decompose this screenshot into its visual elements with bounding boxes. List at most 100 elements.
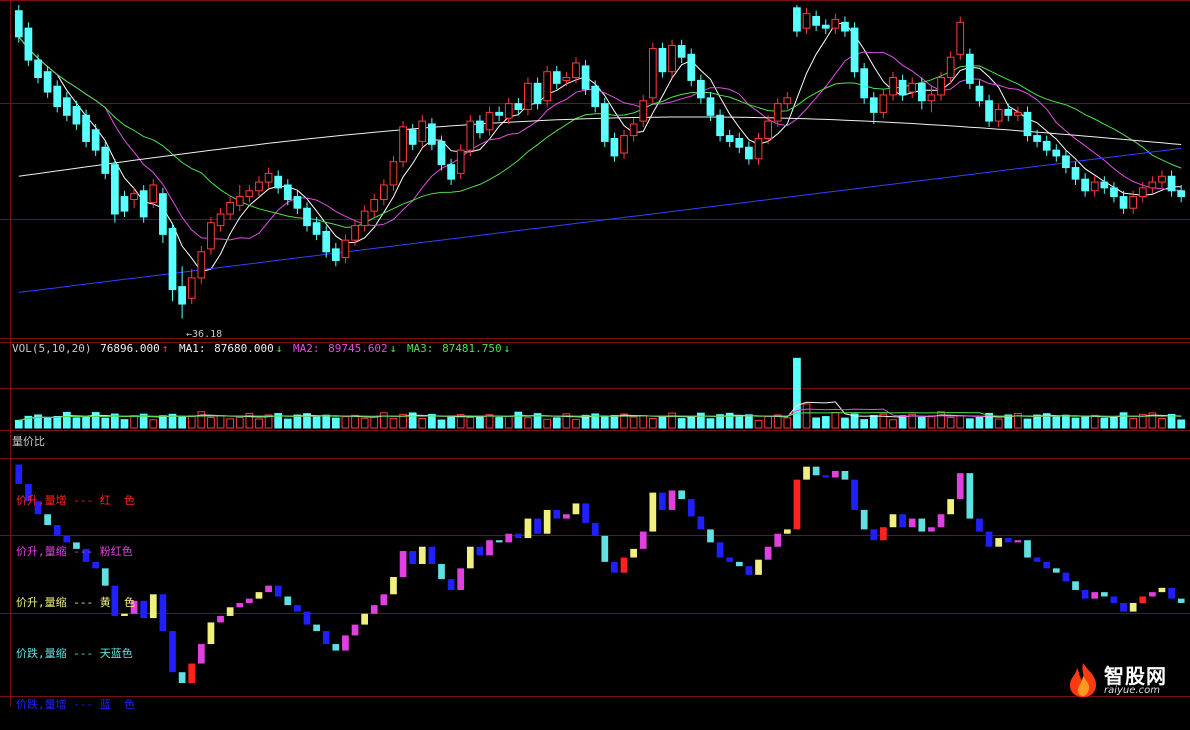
vpr-bar	[1120, 602, 1127, 612]
vpr-bar	[572, 503, 580, 515]
candle-body	[418, 120, 427, 142]
volume-bar	[159, 415, 167, 429]
candle-body	[303, 207, 311, 227]
volume-bar	[312, 416, 321, 429]
vpr-bar	[831, 470, 839, 478]
volume-bars	[14, 357, 1186, 429]
vpr-bar	[245, 598, 253, 603]
volume-bar	[869, 415, 878, 429]
vpr-bar	[899, 514, 906, 528]
vpr-bar	[207, 622, 215, 645]
candle-body	[889, 77, 897, 96]
volume-bar	[495, 417, 503, 429]
volume-bar	[101, 417, 110, 429]
volume-bar	[418, 418, 427, 429]
volume-bar	[428, 413, 436, 429]
vpr-bar	[265, 585, 272, 593]
candle-body	[879, 94, 888, 113]
vpr-bar	[976, 518, 983, 532]
vpr-bar	[889, 514, 897, 528]
volume-value-readout: 76896.000 ↑	[100, 342, 169, 355]
candle-body	[139, 190, 148, 218]
candle-body	[485, 111, 494, 131]
vpr-bar	[1158, 587, 1166, 593]
volume-bar	[735, 415, 744, 429]
candle-body	[72, 106, 81, 125]
vpr-bar	[1100, 592, 1108, 597]
volume-bar	[1119, 412, 1128, 429]
vpr-bar	[1149, 592, 1156, 597]
vpr-bar	[1014, 540, 1022, 543]
vpr-bar	[582, 503, 589, 523]
volume-bar	[956, 415, 965, 429]
volume-bar	[1110, 416, 1118, 429]
candle-body	[1129, 196, 1138, 209]
candle-body	[543, 71, 552, 102]
candle-body	[802, 13, 811, 29]
candle-body	[187, 277, 196, 299]
candle-body	[783, 97, 792, 105]
candle-body	[255, 181, 263, 192]
candle-body	[668, 45, 676, 73]
price-moving-averages	[18, 23, 1182, 293]
volume-bar	[917, 416, 926, 429]
vpr-bar	[1072, 581, 1079, 590]
volume-bar	[889, 419, 897, 429]
vpr-bar	[294, 605, 301, 612]
candle-body	[725, 135, 734, 142]
volume-bar	[1177, 419, 1186, 429]
candle-body	[764, 120, 772, 140]
vpr-bar	[149, 594, 157, 619]
vpr-bar	[313, 624, 320, 632]
candle-body	[1004, 108, 1013, 116]
candle-body	[159, 193, 167, 235]
vpr-bar	[591, 522, 599, 536]
vpr-bar	[236, 602, 244, 608]
volume-bar	[207, 416, 215, 429]
volume-bar	[360, 417, 369, 429]
volume-bar	[994, 418, 1003, 429]
vpr-bar	[1043, 561, 1051, 569]
vpr-bar	[1110, 596, 1118, 603]
candle-body	[600, 103, 609, 142]
volume-bar	[543, 418, 552, 429]
flame-logo-icon	[1070, 663, 1096, 697]
candle-body	[514, 103, 523, 110]
vpr-bar	[812, 466, 820, 476]
candle-body	[994, 108, 1003, 122]
vpr-bar	[169, 631, 176, 673]
candle-body	[226, 201, 235, 215]
vpr-legend-item: 价跌,量缩 --- 天蓝色	[16, 647, 133, 660]
candle-body	[178, 286, 186, 305]
candle-body	[91, 129, 100, 151]
candle-body	[495, 111, 503, 116]
candle-body	[1071, 167, 1080, 180]
watermark-url: raiyue.com	[1104, 685, 1160, 696]
volume-bar	[802, 403, 811, 429]
vpr-bar	[1129, 602, 1137, 612]
volume-bar	[793, 357, 801, 429]
candle-body	[524, 82, 532, 110]
volume-bar	[485, 414, 494, 429]
vpr-bar	[774, 533, 782, 547]
candle-body	[841, 21, 849, 32]
candle-body	[283, 184, 292, 200]
volume-bar	[466, 416, 475, 429]
vpr-bar	[217, 615, 224, 623]
candle-body	[898, 79, 907, 96]
volume-bar	[14, 419, 23, 429]
volume-bar	[1081, 416, 1089, 429]
volume-bar	[927, 415, 936, 429]
volume-bar	[937, 411, 945, 429]
vpr-bar	[716, 542, 724, 558]
candle-body	[34, 59, 42, 79]
ma-line-10	[18, 36, 1182, 241]
volume-bar	[1062, 414, 1070, 429]
candle-body	[1052, 149, 1061, 157]
vpr-bar	[409, 551, 417, 565]
vpr-bar	[880, 527, 887, 541]
vpr-bar	[659, 492, 666, 510]
vpr-bar	[140, 600, 148, 619]
vpr-bar	[697, 516, 705, 530]
vpr-bar	[937, 514, 945, 528]
